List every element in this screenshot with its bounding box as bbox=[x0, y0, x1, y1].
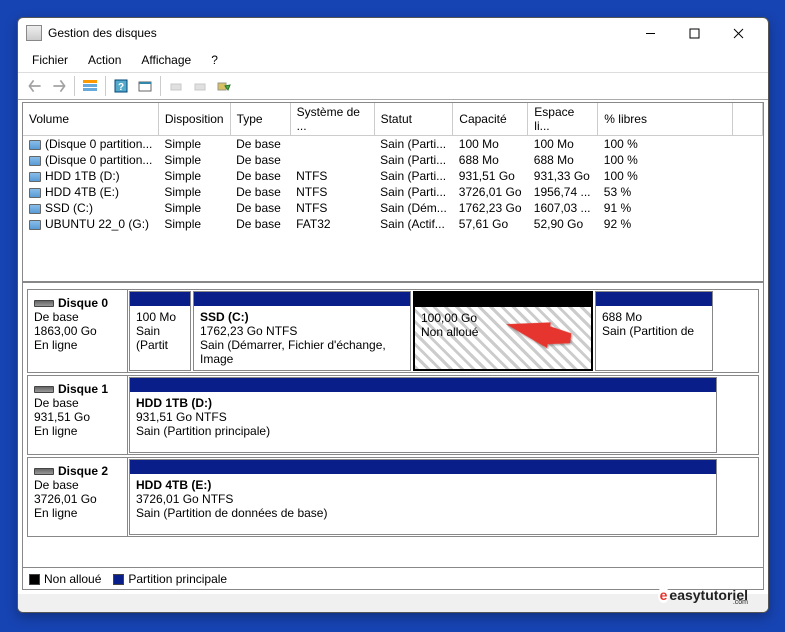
unallocated-space[interactable]: 100,00 GoNon alloué bbox=[413, 291, 593, 371]
content-pane: Volume Disposition Type Système de ... S… bbox=[22, 102, 764, 590]
volume-icon bbox=[29, 204, 41, 214]
partition[interactable]: HDD 1TB (D:)931,51 Go NTFSSain (Partitio… bbox=[129, 377, 717, 453]
col-spacer[interactable] bbox=[733, 103, 763, 136]
toolbar-separator bbox=[74, 76, 75, 96]
back-button[interactable] bbox=[24, 75, 46, 97]
col-capacity[interactable]: Capacité bbox=[453, 103, 528, 136]
toolbar-separator bbox=[105, 76, 106, 96]
volume-row[interactable]: (Disque 0 partition...SimpleDe baseSain … bbox=[23, 152, 763, 168]
col-layout[interactable]: Disposition bbox=[158, 103, 230, 136]
disk-management-window: Gestion des disques Fichier Action Affic… bbox=[17, 17, 769, 613]
menu-bar: Fichier Action Affichage ? bbox=[18, 48, 768, 73]
partition[interactable]: 688 MoSain (Partition de bbox=[595, 291, 713, 371]
disk-row: Disque 2De base3726,01 GoEn ligneHDD 4TB… bbox=[27, 457, 759, 537]
col-status[interactable]: Statut bbox=[374, 103, 453, 136]
volume-row[interactable]: SSD (C:)SimpleDe baseNTFSSain (Dém...176… bbox=[23, 200, 763, 216]
action1-button[interactable] bbox=[165, 75, 187, 97]
action3-button[interactable] bbox=[213, 75, 235, 97]
volume-list[interactable]: Volume Disposition Type Système de ... S… bbox=[23, 103, 763, 283]
disk-icon bbox=[34, 468, 54, 475]
menu-file[interactable]: Fichier bbox=[24, 50, 76, 70]
col-volume[interactable]: Volume bbox=[23, 103, 158, 136]
minimize-button[interactable] bbox=[628, 18, 672, 48]
volume-row[interactable]: HDD 4TB (E:)SimpleDe baseNTFSSain (Parti… bbox=[23, 184, 763, 200]
action2-button[interactable] bbox=[189, 75, 211, 97]
volume-icon bbox=[29, 140, 41, 150]
legend-swatch-primary bbox=[113, 574, 124, 585]
col-free[interactable]: Espace li... bbox=[528, 103, 598, 136]
title-bar[interactable]: Gestion des disques bbox=[18, 18, 768, 48]
legend-swatch-unalloc bbox=[29, 574, 40, 585]
col-fs[interactable]: Système de ... bbox=[290, 103, 374, 136]
disk-icon bbox=[34, 300, 54, 307]
volume-icon bbox=[29, 188, 41, 198]
legend-primary: Partition principale bbox=[128, 572, 227, 586]
legend-unalloc: Non alloué bbox=[44, 572, 101, 586]
close-button[interactable] bbox=[716, 18, 760, 48]
menu-action[interactable]: Action bbox=[80, 50, 129, 70]
watermark: eeasytutoriel .com bbox=[658, 587, 748, 606]
col-type[interactable]: Type bbox=[230, 103, 290, 136]
maximize-button[interactable] bbox=[672, 18, 716, 48]
disk-label[interactable]: Disque 0De base1863,00 GoEn ligne bbox=[28, 290, 128, 372]
col-pctfree[interactable]: % libres bbox=[598, 103, 733, 136]
partition[interactable]: HDD 4TB (E:)3726,01 Go NTFSSain (Partiti… bbox=[129, 459, 717, 535]
volume-row[interactable]: UBUNTU 22_0 (G:)SimpleDe baseFAT32Sain (… bbox=[23, 216, 763, 232]
legend: Non alloué Partition principale bbox=[23, 567, 763, 589]
volume-icon bbox=[29, 220, 41, 230]
status-bar bbox=[18, 594, 768, 612]
disk-label[interactable]: Disque 2De base3726,01 GoEn ligne bbox=[28, 458, 128, 536]
view-list-button[interactable] bbox=[79, 75, 101, 97]
refresh-button[interactable] bbox=[134, 75, 156, 97]
disk-icon bbox=[34, 386, 54, 393]
disk-row: Disque 1De base931,51 GoEn ligneHDD 1TB … bbox=[27, 375, 759, 455]
disk-graphical-view[interactable]: Disque 0De base1863,00 GoEn ligne100 MoS… bbox=[23, 285, 763, 566]
menu-help[interactable]: ? bbox=[203, 50, 226, 70]
partition[interactable]: SSD (C:)1762,23 Go NTFSSain (Démarrer, F… bbox=[193, 291, 411, 371]
volume-row[interactable]: (Disque 0 partition...SimpleDe baseSain … bbox=[23, 136, 763, 153]
app-icon bbox=[26, 25, 42, 41]
disk-row: Disque 0De base1863,00 GoEn ligne100 MoS… bbox=[27, 289, 759, 373]
toolbar-separator bbox=[160, 76, 161, 96]
help-button[interactable]: ? bbox=[110, 75, 132, 97]
menu-view[interactable]: Affichage bbox=[133, 50, 199, 70]
disk-label[interactable]: Disque 1De base931,51 GoEn ligne bbox=[28, 376, 128, 454]
partition[interactable]: 100 MoSain (Partit bbox=[129, 291, 191, 371]
forward-button[interactable] bbox=[48, 75, 70, 97]
window-title: Gestion des disques bbox=[48, 26, 628, 40]
volume-icon bbox=[29, 156, 41, 166]
volume-icon bbox=[29, 172, 41, 182]
volume-row[interactable]: HDD 1TB (D:)SimpleDe baseNTFSSain (Parti… bbox=[23, 168, 763, 184]
toolbar: ? bbox=[18, 73, 768, 100]
watermark-logo: e bbox=[658, 587, 670, 603]
svg-text:?: ? bbox=[118, 82, 124, 93]
